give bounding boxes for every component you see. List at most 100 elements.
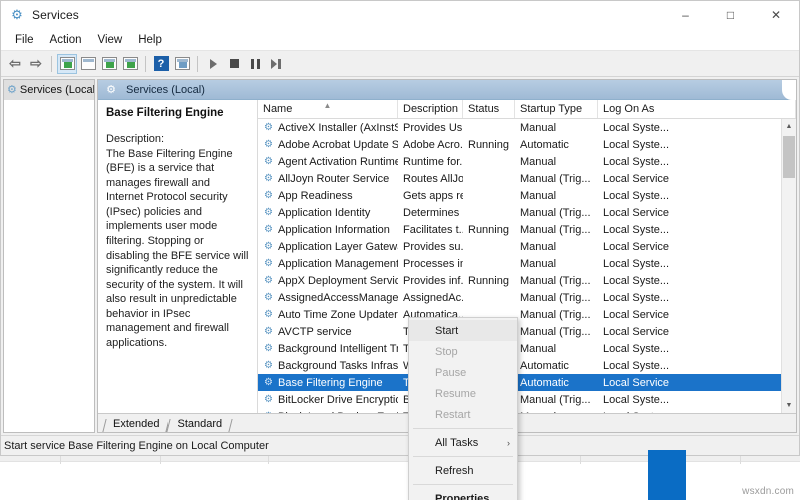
scrollbar-thumb[interactable] [783,136,795,178]
cell-logon: Local Service [598,173,796,185]
cell-logon: Local Syste... [598,411,796,414]
table-row[interactable]: ⚙AppX Deployment Service (...Provides in… [258,272,796,289]
service-gear-icon: ⚙ [262,206,275,219]
menu-item-stop: Stop [409,341,517,362]
table-row[interactable]: ⚙App ReadinessGets apps re...ManualLocal… [258,187,796,204]
menu-item-restart: Restart [409,404,517,425]
cell-name-label: Base Filtering Engine [278,377,383,389]
cell-startup: Manual (Trig... [515,224,598,236]
desktop-divider-7 [740,456,741,464]
services-list-panel: Name ▲ Description Status Startup Type L… [258,100,796,413]
table-row[interactable]: ⚙Auto Time Zone UpdaterAutomatica...Manu… [258,306,796,323]
column-header-startup-type[interactable]: Startup Type [515,100,598,118]
menu-file[interactable]: File [7,32,42,48]
cell-name: ⚙ActiveX Installer (AxInstSV) [258,121,398,134]
cell-name: ⚙AVCTP service [258,325,398,338]
menu-item-properties[interactable]: Properties [409,488,517,500]
help-icon[interactable]: ? [151,54,171,74]
table-row[interactable]: ⚙Background Tasks Infrastruc...Windows i… [258,357,796,374]
table-row[interactable]: ⚙ActiveX Installer (AxInstSV)Provides Us… [258,119,796,136]
table-row[interactable]: ⚙AVCTP serviceThis is Audi...RunningManu… [258,323,796,340]
column-header-name[interactable]: Name ▲ [258,100,398,118]
tab-extended[interactable]: Extended [104,417,168,432]
service-gear-icon: ⚙ [262,240,275,253]
cell-startup: Manual [515,241,598,253]
forward-icon[interactable]: ⇨ [26,54,46,74]
minimize-button[interactable]: – [663,1,708,29]
maximize-button[interactable]: □ [708,1,753,29]
scroll-down-icon[interactable]: ▼ [782,398,796,413]
table-row[interactable]: ⚙BitLocker Drive Encryption ...Bl...Manu… [258,391,796,408]
service-description-panel: Base Filtering Engine Description: The B… [98,100,258,413]
refresh-icon[interactable] [99,54,119,74]
menu-item-all-tasks[interactable]: All Tasks› [409,432,517,453]
export-list-icon[interactable] [120,54,140,74]
tab-standard[interactable]: Standard [168,417,231,432]
cell-logon: Local Syste... [598,258,796,270]
stop-service-icon[interactable] [224,54,244,74]
cell-name: ⚙Agent Activation Runtime_... [258,155,398,168]
taskbar-active-item[interactable] [648,450,686,500]
menu-view[interactable]: View [90,32,131,48]
cell-name-label: Background Intelligent Tran... [278,343,398,355]
screenshot-root: ⚙ Services – □ ✕ File Action View Help ⇦… [0,0,800,500]
pause-service-icon[interactable] [245,54,265,74]
scroll-up-icon[interactable]: ▲ [782,119,796,134]
back-icon[interactable]: ⇦ [5,54,25,74]
cell-description: Provides inf... [398,275,463,287]
cell-startup: Manual (Trig... [515,309,598,321]
table-row[interactable]: ⚙Background Intelligent Tran...Transfers… [258,340,796,357]
table-row[interactable]: ⚙AssignedAccessManager Se...AssignedAc..… [258,289,796,306]
cell-name: ⚙Auto Time Zone Updater [258,308,398,321]
tree-node-label: Services (Local) [20,84,95,96]
table-row[interactable]: ⚙Agent Activation Runtime_...Runtime for… [258,153,796,170]
cell-startup: Manual (Trig... [515,275,598,287]
cell-logon: Local Service [598,377,796,389]
menu-item-label: Properties [435,493,489,500]
restart-service-icon[interactable] [266,54,286,74]
menu-action[interactable]: Action [42,32,90,48]
table-row[interactable]: ⚙Block Level Backup Engine ...Th...Manua… [258,408,796,413]
column-header-log-on-as[interactable]: Log On As [598,100,796,118]
selected-service-title: Base Filtering Engine [106,106,249,120]
properties-icon[interactable] [78,54,98,74]
cell-description: Processes in... [398,258,463,270]
table-row[interactable]: ⚙Application Layer Gateway ...Provides s… [258,238,796,255]
table-row[interactable]: ⚙Application IdentityDetermines ...Manua… [258,204,796,221]
table-row[interactable]: ⚙Application InformationFacilitates t...… [258,221,796,238]
menu-item-refresh[interactable]: Refresh [409,460,517,481]
cell-name: ⚙AssignedAccessManager Se... [258,291,398,304]
table-row[interactable]: ⚙Base Filtering EngineTh...AutomaticLoca… [258,374,796,391]
services-list-scrollbar[interactable]: ▲ ▼ [781,119,796,413]
cell-name: ⚙BitLocker Drive Encryption ... [258,393,398,406]
services-gear-icon: ⚙ [9,7,25,23]
menu-item-start[interactable]: Start [409,320,517,341]
cell-startup: Manual [515,343,598,355]
menu-help[interactable]: Help [130,32,170,48]
column-header-description[interactable]: Description [398,100,463,118]
show-hide-console-tree-icon[interactable] [57,54,77,74]
close-button[interactable]: ✕ [753,1,799,29]
cell-name-label: Background Tasks Infrastruc... [278,360,398,372]
cell-name-label: ActiveX Installer (AxInstSV) [278,122,398,134]
column-header-status[interactable]: Status [463,100,515,118]
scrollbar-track[interactable] [782,134,796,398]
show-hide-action-pane-icon[interactable] [172,54,192,74]
cell-startup: Manual (Trig... [515,292,598,304]
cell-name: ⚙Application Information [258,223,398,236]
services-node-icon: ⚙ [7,83,17,97]
desktop-divider-1 [60,456,61,464]
cell-name-label: Auto Time Zone Updater [278,309,398,321]
cell-name-label: Application Identity [278,207,370,219]
cell-name-label: Application Layer Gateway ... [278,241,398,253]
desktop-divider-2 [160,456,161,464]
tree-node-services-local[interactable]: ⚙ Services (Local) [4,80,94,100]
table-row[interactable]: ⚙Application ManagementProcesses in...Ma… [258,255,796,272]
cell-logon: Local Syste... [598,122,796,134]
cell-status: Running [463,275,515,287]
table-row[interactable]: ⚙Adobe Acrobat Update Serv...Adobe Acro.… [258,136,796,153]
table-row[interactable]: ⚙AllJoyn Router ServiceRoutes AllJo...Ma… [258,170,796,187]
menu-item-label: Start [435,325,458,337]
start-service-icon[interactable] [203,54,223,74]
cell-startup: Manual (Trig... [515,326,598,338]
